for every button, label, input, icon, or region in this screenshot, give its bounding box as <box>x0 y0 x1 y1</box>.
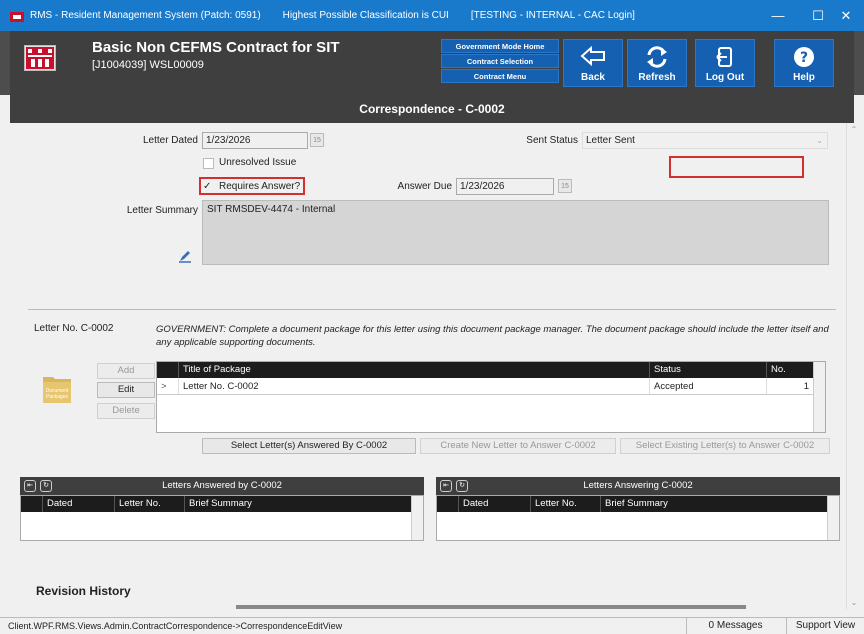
environment-label: [TESTING - INTERNAL - CAC Login] <box>470 10 635 21</box>
window-titlebar: RMS - Resident Management System (Patch:… <box>0 0 864 31</box>
letters-answered-scrollbar[interactable] <box>411 496 423 540</box>
table-row[interactable]: > Letter No. C-0002 Accepted 1 <box>157 378 813 395</box>
highlight-box-empty <box>669 156 804 178</box>
help-icon: ? <box>794 47 814 67</box>
help-label: Help <box>793 72 815 83</box>
help-button[interactable]: ? Help <box>774 39 834 87</box>
create-new-letter-button[interactable]: Create New Letter to Answer C-0002 <box>420 438 616 454</box>
select-answered-button[interactable]: Select Letter(s) Answered By C-0002 <box>202 438 416 454</box>
unresolved-checkbox[interactable] <box>203 158 214 169</box>
requires-answer-checkbox[interactable]: ✓ <box>203 181 214 192</box>
messages-button[interactable]: 0 Messages <box>686 618 784 634</box>
letter-dated-field[interactable]: 1/23/2026 <box>202 132 308 149</box>
row-title: Letter No. C-0002 <box>179 378 650 394</box>
row-status: Accepted <box>650 378 767 394</box>
refresh-icon <box>647 46 667 68</box>
view-path: Client.WPF.RMS.Views.Admin.ContractCorre… <box>8 621 343 631</box>
minimize-button[interactable]: — <box>756 0 800 31</box>
letters-answering-grid: Dated Letter No. Brief Summary <box>436 495 840 541</box>
col-dated[interactable]: Dated <box>459 496 531 512</box>
edit-package-button[interactable]: Edit <box>97 382 155 398</box>
letter-no-label: Letter No. C-0002 <box>34 323 114 334</box>
row-marker: > <box>157 378 179 394</box>
app-castle-icon <box>10 10 24 22</box>
letters-answered-grid: Dated Letter No. Brief Summary <box>20 495 424 541</box>
col-title-of-package[interactable]: Title of Package <box>179 362 650 378</box>
chevron-down-icon: ⌄ <box>816 136 823 145</box>
calendar-icon[interactable]: 15 <box>558 179 572 193</box>
unresolved-label: Unresolved Issue <box>219 157 297 168</box>
sent-status-dropdown[interactable]: Letter Sent ⌄ <box>582 132 828 149</box>
back-label: Back <box>581 72 605 83</box>
scroll-up-icon[interactable]: ⌃ <box>849 125 859 134</box>
main-vertical-scrollbar[interactable]: ⌃ ⌄ <box>846 123 860 609</box>
gov-mode-home-button[interactable]: Government Mode Home <box>441 39 559 53</box>
app-header: Basic Non CEFMS Contract for SIT [J10040… <box>0 31 864 95</box>
status-bar: Client.WPF.RMS.Views.Admin.ContractCorre… <box>0 617 864 634</box>
package-grid-scrollbar[interactable] <box>813 362 825 432</box>
document-packages-icon: Document Packages <box>43 377 71 403</box>
answer-due-label: Answer Due <box>397 181 452 192</box>
logout-button[interactable]: Log Out <box>695 39 755 87</box>
letters-answered-title: Letters Answered by C-0002 <box>162 480 282 491</box>
col-no[interactable]: No. <box>767 362 812 378</box>
arrow-left-icon <box>580 46 605 66</box>
close-button[interactable]: ✕ <box>824 0 864 31</box>
row-no: 1 <box>803 381 809 392</box>
letter-summary-field[interactable]: SIT RMSDEV-4474 - Internal <box>202 200 829 265</box>
spell-check-icon[interactable] <box>178 249 192 263</box>
svg-text:?: ? <box>800 50 808 66</box>
col-letter-no[interactable]: Letter No. <box>115 496 185 512</box>
answer-due-field[interactable]: 1/23/2026 <box>456 178 554 195</box>
letters-answering-title: Letters Answering C-0002 <box>583 480 693 491</box>
folder-label-packages: Packages <box>46 394 68 400</box>
col-brief-summary[interactable]: Brief Summary <box>601 496 829 512</box>
letters-answered-pane-header: ⇤ ↻ Letters Answered by C-0002 <box>20 477 424 495</box>
revision-history-heading: Revision History <box>36 584 131 598</box>
package-instruction: GOVERNMENT: Complete a document package … <box>156 324 829 348</box>
letters-answering-header: Dated Letter No. Brief Summary <box>437 496 829 512</box>
contract-menu-button[interactable]: Contract Menu <box>441 69 559 83</box>
sent-status-label: Sent Status <box>526 135 578 146</box>
horizontal-scrollbar[interactable] <box>236 605 746 609</box>
package-grid: Title of Package Status No. > Letter No.… <box>156 361 826 433</box>
nav-group: Government Mode Home Contract Selection … <box>441 39 559 84</box>
grid-header-spacer <box>437 496 459 512</box>
delete-package-button[interactable]: Delete <box>97 403 155 419</box>
contract-selection-button[interactable]: Contract Selection <box>441 54 559 68</box>
refresh-label: Refresh <box>638 72 676 83</box>
refresh-button[interactable]: Refresh <box>627 39 687 87</box>
section-divider <box>28 309 836 310</box>
letter-dated-label: Letter Dated <box>142 135 198 146</box>
grid-header-spacer <box>157 362 179 378</box>
calendar-icon[interactable]: 15 <box>310 133 324 147</box>
col-letter-no[interactable]: Letter No. <box>531 496 601 512</box>
col-dated[interactable]: Dated <box>43 496 115 512</box>
logout-icon <box>716 47 732 67</box>
grid-header-spacer <box>21 496 43 512</box>
requires-answer-label: Requires Answer? <box>219 181 301 192</box>
letters-answering-pane-header: ⇤ ↻ Letters Answering C-0002 <box>436 477 840 495</box>
contract-title: Basic Non CEFMS Contract for SIT <box>92 39 340 56</box>
logout-label: Log Out <box>705 72 745 83</box>
scroll-down-icon[interactable]: ⌄ <box>849 598 859 607</box>
col-brief-summary[interactable]: Brief Summary <box>185 496 413 512</box>
classification-label: Highest Possible Classification is CUI <box>282 10 449 21</box>
col-status[interactable]: Status <box>650 362 767 378</box>
package-grid-header: Title of Package Status No. <box>157 362 825 378</box>
usace-castle-icon <box>24 45 56 71</box>
select-existing-letters-button[interactable]: Select Existing Letter(s) to Answer C-00… <box>620 438 830 454</box>
correspondence-form: Letter Dated 1/23/2026 15 Sent Status Le… <box>10 123 844 609</box>
letters-answered-header: Dated Letter No. Brief Summary <box>21 496 413 512</box>
sent-status-value: Letter Sent <box>586 135 635 146</box>
support-view-button[interactable]: Support View <box>786 618 864 634</box>
section-title: Correspondence - C-0002 <box>10 95 854 123</box>
back-button[interactable]: Back <box>563 39 623 87</box>
contract-id: [J1004039] WSL00009 <box>92 59 204 71</box>
add-package-button[interactable]: Add <box>97 363 155 379</box>
letters-answering-scrollbar[interactable] <box>827 496 839 540</box>
summary-label: Letter Summary <box>126 205 198 216</box>
app-title: RMS - Resident Management System (Patch:… <box>30 10 261 21</box>
